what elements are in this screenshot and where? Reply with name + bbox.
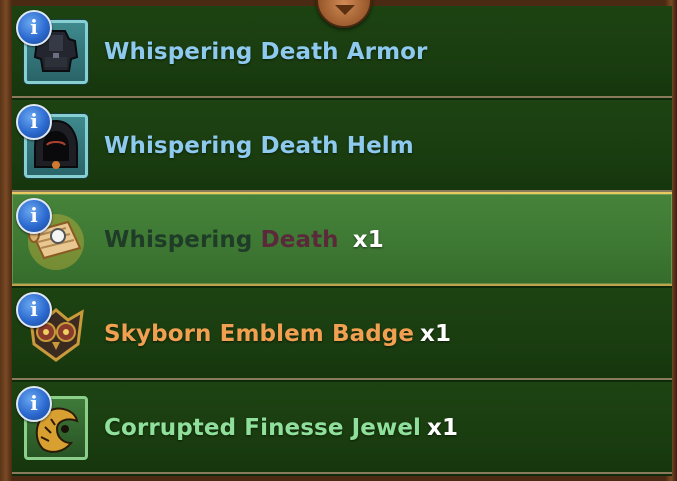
item-quantity: x1 [420, 321, 452, 347]
item-name: Corrupted Finesse Jewel x1 [104, 382, 458, 474]
list-item-scroll-selected[interactable]: i Whispering Death x1 [12, 192, 672, 286]
item-name-text: Skyborn Emblem Badge [104, 321, 415, 347]
item-name: Whispering Death x1 [104, 194, 384, 286]
item-quantity: x1 [427, 415, 459, 441]
info-icon[interactable]: i [16, 292, 52, 328]
info-icon[interactable]: i [16, 104, 52, 140]
item-name-text: Corrupted Finesse Jewel [104, 415, 422, 441]
item-name: Whispering Death Armor [104, 6, 428, 98]
item-name-text: Whispering Death Armor [104, 39, 428, 65]
info-icon[interactable]: i [16, 386, 52, 422]
list-item-jewel[interactable]: i Corrupted Finesse Jewel x1 [12, 382, 672, 474]
item-name: Whispering Death Helm [104, 100, 414, 192]
list-item-helm[interactable]: i Whispering Death Helm [12, 100, 672, 192]
chevron-down-icon [335, 5, 355, 15]
info-icon[interactable]: i [16, 10, 52, 46]
list-item-badge[interactable]: i Skyborn Emblem Badge x1 [12, 288, 672, 380]
item-name-text: Whispering Death Helm [104, 133, 414, 159]
item-name-part2: Death [260, 227, 339, 253]
item-name-part1: Whispering [104, 227, 253, 253]
item-list[interactable]: i Whispering Death Armor i Whispering De… [12, 6, 672, 476]
item-quantity: x1 [352, 227, 384, 253]
info-icon[interactable]: i [16, 198, 52, 234]
item-name: Skyborn Emblem Badge x1 [104, 288, 451, 380]
